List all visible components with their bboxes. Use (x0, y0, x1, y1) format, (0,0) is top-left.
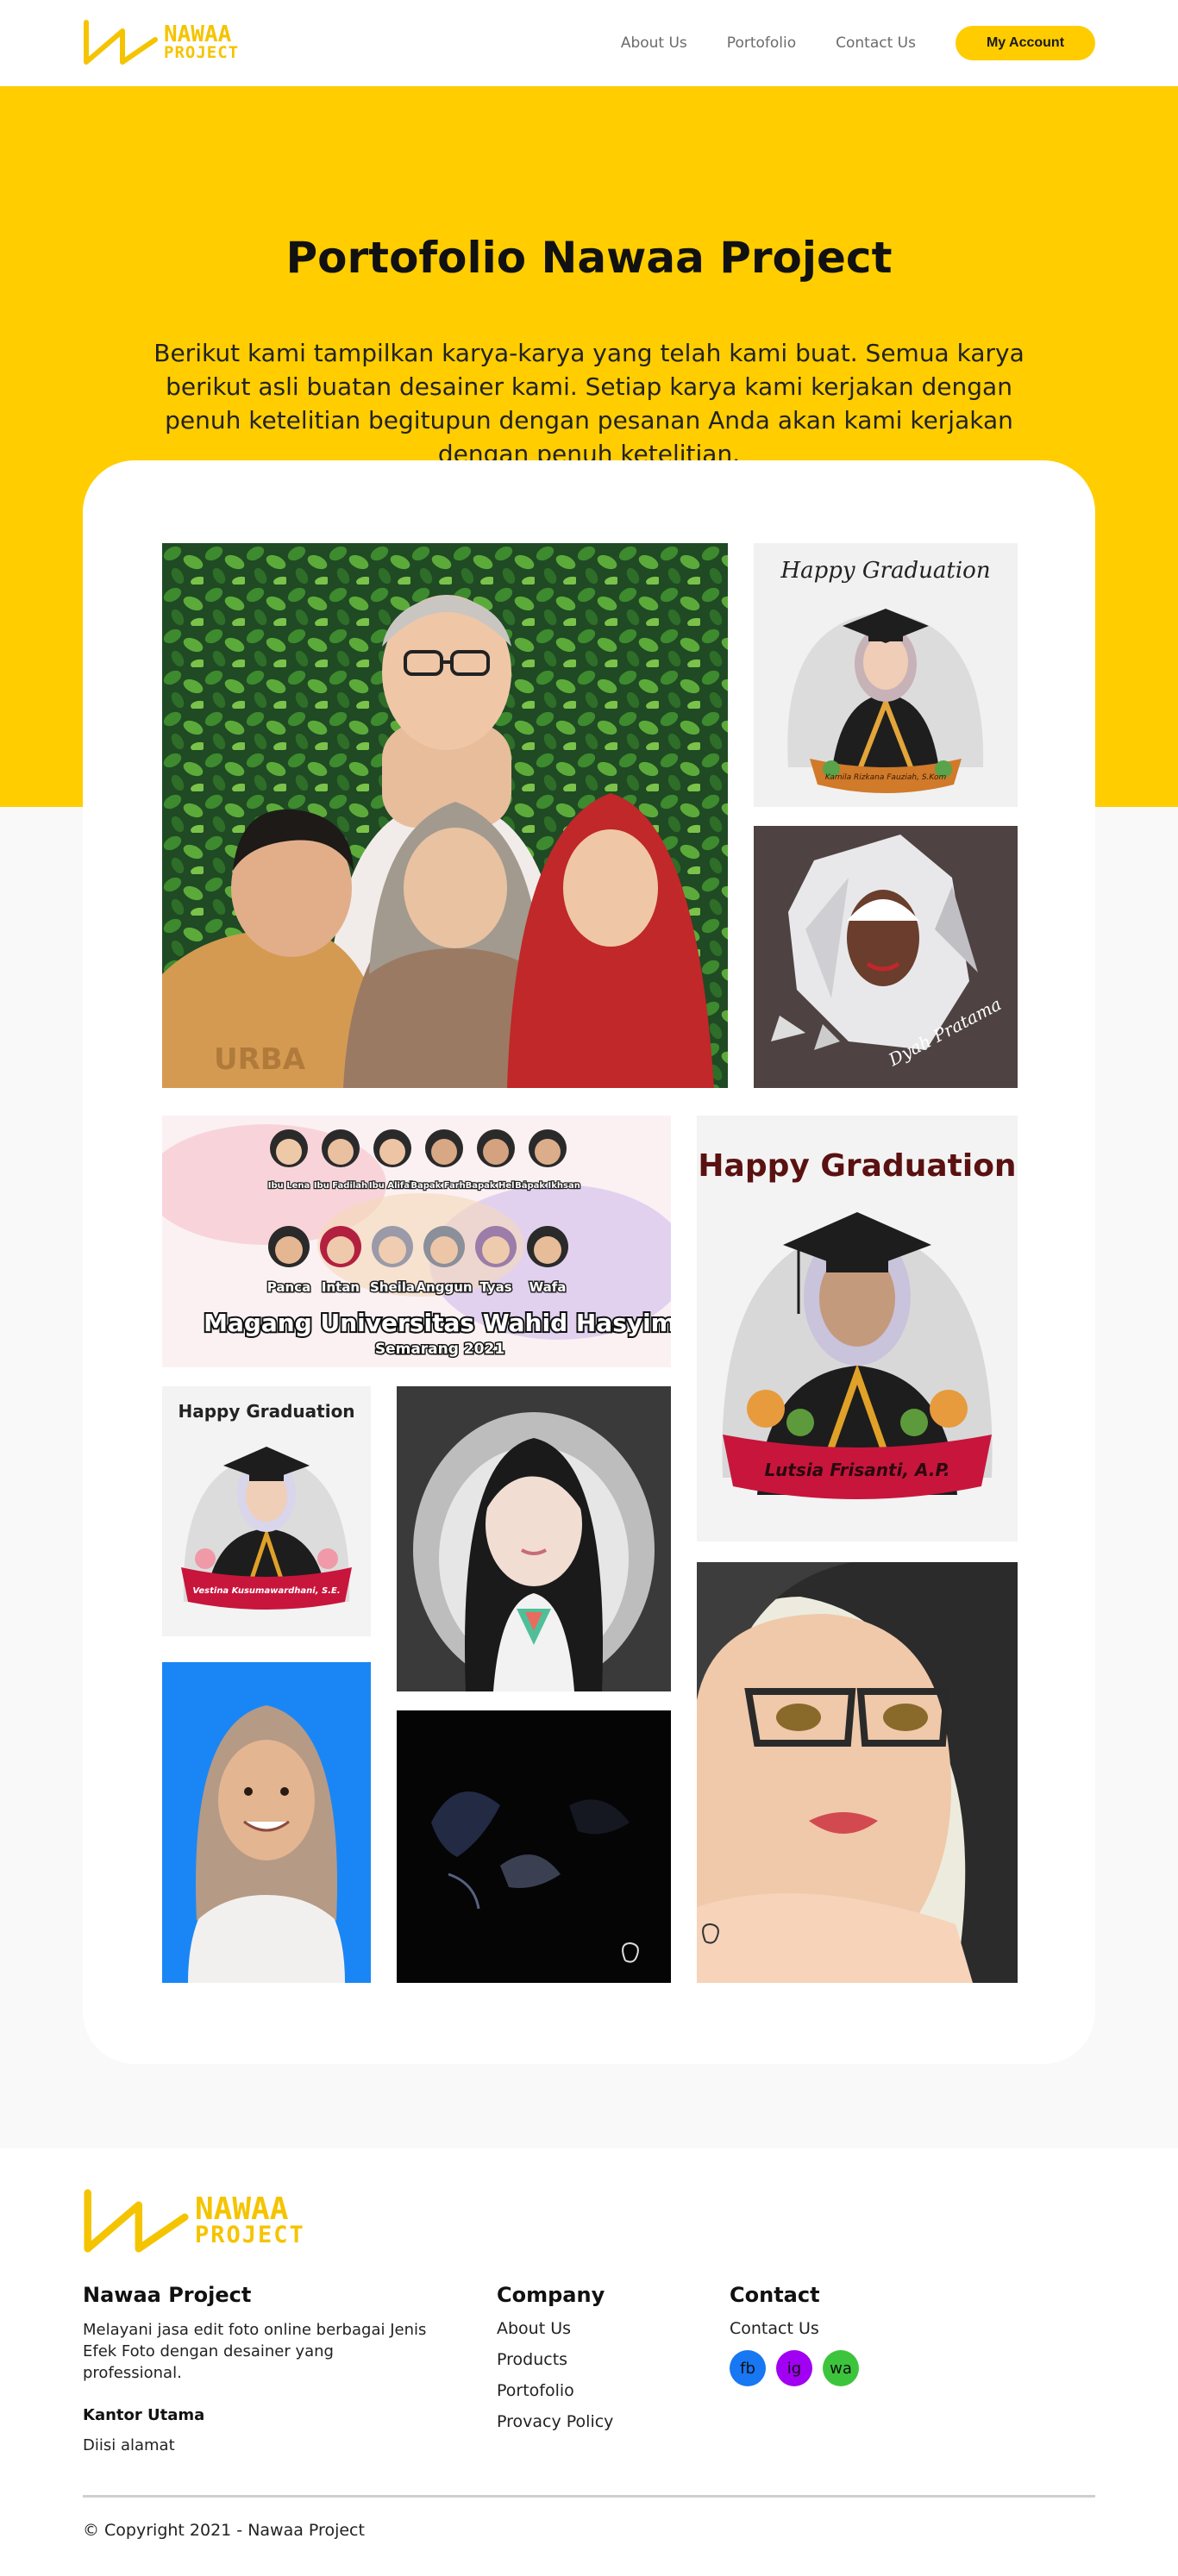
nav-portofolio[interactable]: Portofolio (727, 34, 796, 52)
svg-text:Happy Graduation: Happy Graduation (178, 1401, 354, 1422)
hero-description: Berikut kami tampilkan karya-karya yang … (154, 339, 1024, 468)
svg-text:Anggun: Anggun (416, 1279, 472, 1295)
svg-text:Wafa: Wafa (529, 1279, 567, 1295)
svg-text:Ibu Alifah: Ibu Alifah (369, 1181, 416, 1191)
svg-text:Magang Universitas Wahid Hasyi: Magang Universitas Wahid Hasyim (204, 1309, 671, 1337)
svg-text:Semarang 2021: Semarang 2021 (375, 1341, 504, 1358)
graduation-kamila-artwork[interactable]: Happy Graduation Kamila Rizkana Fauziah,… (754, 543, 1018, 807)
portfolio-gallery: URBA Happy Graduation Kamila Rizkana Fau… (83, 460, 1095, 2064)
svg-text:Ibu Fadilah: Ibu Fadilah (314, 1181, 367, 1191)
footer-brand-logo[interactable]: NAWAA PROJECT (83, 2188, 305, 2254)
footer-about-title: Nawaa Project (83, 2283, 252, 2307)
svg-text:Bapak Ikhsan: Bapak Ikhsan (515, 1181, 580, 1191)
social-links: fb ig wa (730, 2350, 954, 2386)
svg-text:Lutsia Frisanti, A.P.: Lutsia Frisanti, A.P. (764, 1460, 949, 1480)
nav-links: About Us Portofolio Contact Us My Accoun… (621, 26, 1095, 60)
svg-text:Tyas: Tyas (479, 1279, 511, 1295)
whatsapp-icon[interactable]: wa (823, 2350, 859, 2386)
graduation-lutsia-artwork[interactable]: Happy Graduation Lutsia Frisanti, A.P. (697, 1116, 1018, 1541)
grayscale-portrait-artwork[interactable] (397, 1386, 671, 1691)
brand-wordmark: NAWAA PROJECT (164, 21, 240, 63)
svg-text:Happy Graduation: Happy Graduation (780, 558, 990, 584)
nav-contact-us[interactable]: Contact Us (836, 34, 916, 52)
footer-link-contact-us[interactable]: Contact Us (730, 2319, 954, 2338)
instagram-icon[interactable]: ig (776, 2350, 812, 2386)
footer-about-text: Melayani jasa edit foto online berbagai … (83, 2321, 427, 2382)
footer-company-column: Company About Us Products Portofolio Pro… (497, 2283, 686, 2443)
footer-contact-column: Contact Contact Us fb ig wa (730, 2283, 954, 2386)
svg-text:Sheila: Sheila (370, 1279, 415, 1295)
logo-bowtie-icon (84, 20, 158, 65)
footer-link-privacy-policy[interactable]: Provacy Policy (497, 2412, 686, 2431)
footer-link-products[interactable]: Products (497, 2350, 686, 2369)
graduation-vestina-artwork[interactable]: Happy Graduation Vestina Kusumawardhani,… (162, 1386, 371, 1636)
svg-text:Vestina Kusumawardhani, S.E.: Vestina Kusumawardhani, S.E. (192, 1586, 340, 1596)
nav-about-us[interactable]: About Us (621, 34, 687, 52)
footer-office-label: Kantor Utama (83, 2406, 205, 2424)
svg-text:URBA: URBA (214, 1042, 306, 1077)
dark-hands-artwork[interactable] (397, 1710, 671, 1983)
logo-bowtie-icon (84, 2189, 189, 2253)
facebook-icon[interactable]: fb (730, 2350, 766, 2386)
footer-divider (83, 2495, 1095, 2498)
my-account-button[interactable]: My Account (956, 26, 1095, 60)
footer-brand-wordmark: NAWAA PROJECT (195, 2191, 305, 2249)
footer-link-portofolio[interactable]: Portofolio (497, 2381, 686, 2400)
svg-text:Happy Graduation: Happy Graduation (698, 1148, 1016, 1184)
hijab-glasses-artwork[interactable] (697, 1562, 1018, 1983)
footer-office-address: Diisi alamat (83, 2436, 175, 2454)
footer-company-title: Company (497, 2283, 605, 2307)
lowpoly-portrait-artwork[interactable]: Dyah Pratama (754, 826, 1018, 1088)
footer-link-about-us[interactable]: About Us (497, 2319, 686, 2338)
svg-text:Kamila Rizkana Fauziah, S.Kom: Kamila Rizkana Fauziah, S.Kom (825, 773, 947, 782)
svg-text:Intan: Intan (322, 1279, 360, 1295)
page-title: Portofolio Nawaa Project (285, 233, 893, 283)
svg-text:Panca: Panca (267, 1279, 310, 1295)
navbar: NAWAA PROJECT About Us Portofolio Contac… (0, 0, 1178, 86)
brand-logo[interactable]: NAWAA PROJECT (83, 19, 239, 66)
svg-text:Ibu Lena: Ibu Lena (268, 1181, 310, 1191)
magang-group-artwork[interactable]: Ibu Lena Ibu Fadilah Ibu Alifah Bapak Fa… (162, 1116, 671, 1367)
family-portrait-artwork[interactable]: URBA (162, 543, 728, 1088)
footer-about-column: Nawaa Project Melayani jasa edit foto on… (83, 2283, 428, 2456)
footer: NAWAA PROJECT Nawaa Project Melayani jas… (0, 2148, 1178, 2576)
id-photo-artwork[interactable] (162, 1662, 371, 1983)
footer-contact-title: Contact (730, 2283, 820, 2307)
copyright-text: © Copyright 2021 - Nawaa Project (83, 2521, 365, 2540)
